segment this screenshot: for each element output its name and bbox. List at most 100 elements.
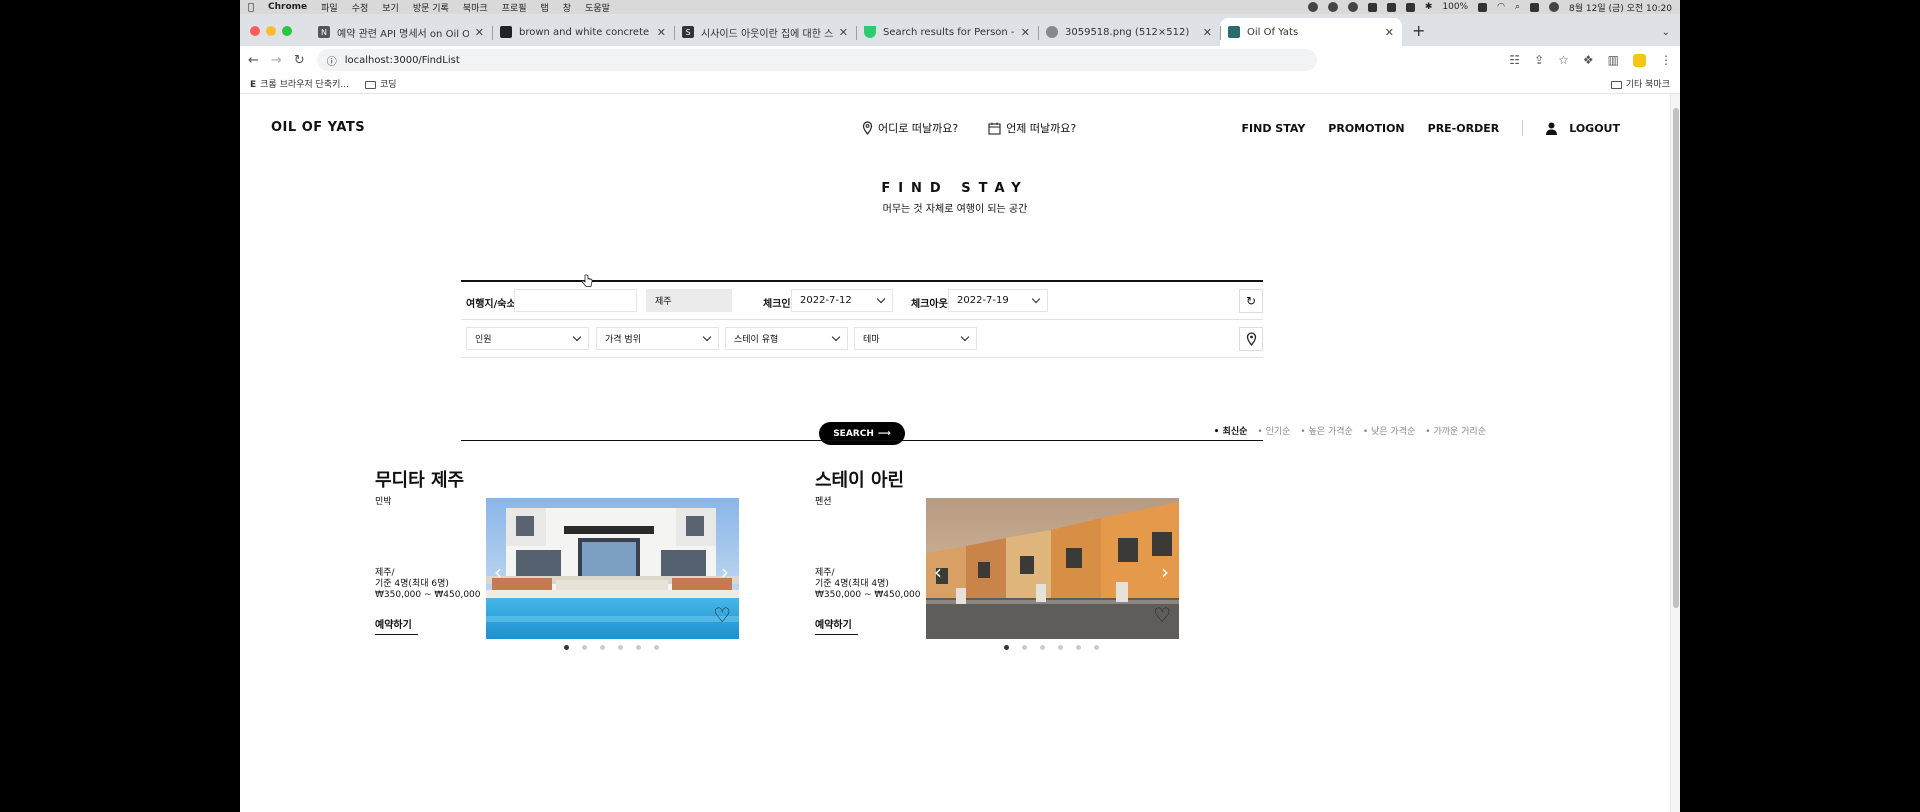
book-button[interactable]: 예약하기 xyxy=(815,616,858,635)
close-tab-icon[interactable]: ✕ xyxy=(1385,26,1394,39)
menu-app-name[interactable]: Chrome xyxy=(268,2,307,12)
where-button[interactable]: 어디로 떠날까요? xyxy=(862,120,958,136)
scrollbar-thumb[interactable] xyxy=(1673,108,1679,608)
sort-popular[interactable]: 인기순 xyxy=(1257,424,1291,437)
when-button[interactable]: 언제 떠날까요? xyxy=(988,120,1076,136)
tab-api-spec[interactable]: N 예약 관련 API 명세서 on Oil Of Yats ✕ xyxy=(310,18,492,46)
share-icon[interactable]: ⇪ xyxy=(1534,53,1544,67)
checkout-select[interactable]: 2022-7-19 xyxy=(948,289,1048,312)
bluetooth-icon[interactable]: ✱ xyxy=(1425,2,1433,12)
nav-pre-order[interactable]: PRE-ORDER xyxy=(1428,122,1500,135)
destination-input[interactable] xyxy=(514,289,637,312)
cloud-icon[interactable] xyxy=(1347,2,1358,12)
reset-button[interactable]: ↻ xyxy=(1239,289,1263,313)
tab-unsplash[interactable]: brown and white concrete hou ✕ xyxy=(492,18,674,46)
carousel-dot[interactable] xyxy=(600,645,605,650)
control-center-icon[interactable] xyxy=(1530,2,1540,12)
reload-icon[interactable]: ↻ xyxy=(294,53,305,68)
carousel-dot[interactable] xyxy=(1022,645,1027,650)
battery-icon[interactable] xyxy=(1478,2,1488,12)
sort-price-low[interactable]: 낮은 가격순 xyxy=(1363,424,1415,437)
carousel-dot[interactable] xyxy=(1058,645,1063,650)
carousel-dot[interactable] xyxy=(1076,645,1081,650)
site-logo[interactable]: OIL OF YATS xyxy=(271,120,365,135)
tab-flaticon[interactable]: Search results for Person - Fla ✕ xyxy=(856,18,1038,46)
map-button[interactable] xyxy=(1239,327,1263,351)
tab-oil-of-yats[interactable]: Oil Of Yats ✕ xyxy=(1220,18,1402,46)
bookmark-star-icon[interactable]: ☆ xyxy=(1558,53,1569,67)
tab-png[interactable]: 3059518.png (512×512) ✕ xyxy=(1038,18,1220,46)
translate-icon[interactable]: ☷ xyxy=(1509,53,1520,67)
heart-icon[interactable]: ♡ xyxy=(1153,603,1171,627)
chat-icon[interactable] xyxy=(1327,2,1338,12)
logout-button[interactable]: LOGOUT xyxy=(1546,122,1620,135)
display-icon[interactable] xyxy=(1405,2,1415,12)
clock[interactable]: 8월 12일 (금) 오전 10:20 xyxy=(1569,1,1672,14)
menu-history[interactable]: 방문 기록 xyxy=(413,1,449,14)
carousel-next-icon[interactable]: › xyxy=(1161,560,1169,584)
tab-search-chevron-icon[interactable]: ⌄ xyxy=(1662,27,1670,38)
carousel-dot[interactable] xyxy=(618,645,623,650)
heart-icon[interactable]: ♡ xyxy=(713,603,731,627)
carousel-dot[interactable] xyxy=(1040,645,1045,650)
forward-icon[interactable]: → xyxy=(271,53,282,68)
extensions-icon[interactable]: ❖ xyxy=(1583,53,1594,67)
screen-icon[interactable] xyxy=(1367,2,1377,12)
profile-icon[interactable] xyxy=(1633,53,1646,67)
address-url[interactable]: localhost:3000/FindList xyxy=(345,55,460,66)
bookmark-other[interactable]: 기타 북마크 xyxy=(1610,77,1670,90)
close-tab-icon[interactable]: ✕ xyxy=(1021,26,1030,39)
menu-view[interactable]: 보기 xyxy=(382,1,399,14)
menu-profile[interactable]: 프로필 xyxy=(502,1,527,14)
carousel-dot[interactable] xyxy=(654,645,659,650)
address-bar[interactable]: ⓘ localhost:3000/FindList xyxy=(316,49,1317,71)
menu-edit[interactable]: 수정 xyxy=(352,1,369,14)
nav-promotion[interactable]: PROMOTION xyxy=(1328,122,1404,135)
record-icon[interactable] xyxy=(1307,2,1318,12)
stay-name[interactable]: 무디타 제주 xyxy=(375,466,464,492)
region-field[interactable]: 제주 xyxy=(646,289,732,312)
page-scrollbar[interactable] xyxy=(1670,94,1680,812)
close-tab-icon[interactable]: ✕ xyxy=(1203,26,1212,39)
checkin-select[interactable]: 2022-7-12 xyxy=(791,289,893,312)
menu-file[interactable]: 파일 xyxy=(321,1,338,14)
more-menu-icon[interactable]: ⋮ xyxy=(1660,53,1672,67)
sort-latest[interactable]: 최신순 xyxy=(1214,424,1248,437)
minimize-window-icon[interactable] xyxy=(266,26,276,36)
menu-tab[interactable]: 탭 xyxy=(541,1,549,14)
apple-icon[interactable]:  xyxy=(248,2,254,13)
close-tab-icon[interactable]: ✕ xyxy=(839,26,848,39)
staytype-select[interactable]: 스테이 유형 xyxy=(725,327,848,350)
input-source-icon[interactable] xyxy=(1386,2,1396,12)
theme-select[interactable]: 테마 xyxy=(854,327,977,350)
close-window-icon[interactable] xyxy=(250,26,260,36)
carousel-prev-icon[interactable]: ‹ xyxy=(494,560,502,584)
search-button[interactable]: SEARCH ⟶ xyxy=(819,422,905,445)
price-select[interactable]: 가격 범위 xyxy=(596,327,719,350)
close-tab-icon[interactable]: ✕ xyxy=(657,26,666,39)
stay-name[interactable]: 스테이 아린 xyxy=(815,466,904,492)
wifi-icon[interactable]: ◠ xyxy=(1497,2,1505,12)
spotlight-icon[interactable]: ⌕ xyxy=(1515,2,1520,12)
tab-stock[interactable]: S 시사이드 아웃이란 집에 대한 스톡 사 ✕ xyxy=(674,18,856,46)
people-select[interactable]: 인원 xyxy=(466,327,589,350)
nav-find-stay[interactable]: FIND STAY xyxy=(1242,122,1306,135)
stay-photo-carousel[interactable]: ‹ › ♡ xyxy=(926,498,1179,639)
carousel-next-icon[interactable]: › xyxy=(721,560,729,584)
siri-icon[interactable] xyxy=(1549,2,1560,12)
stay-photo-carousel[interactable]: ‹ › ♡ xyxy=(486,498,739,639)
zoom-window-icon[interactable] xyxy=(282,26,292,36)
sort-nearest[interactable]: 가까운 거리순 xyxy=(1425,424,1486,437)
menu-window[interactable]: 창 xyxy=(563,1,571,14)
new-tab-icon[interactable]: + xyxy=(1402,21,1435,46)
sort-price-high[interactable]: 높은 가격순 xyxy=(1300,424,1353,437)
menu-bookmarks[interactable]: 북마크 xyxy=(463,1,488,14)
book-button[interactable]: 예약하기 xyxy=(375,616,418,635)
sidepanel-icon[interactable]: ▥ xyxy=(1608,53,1619,67)
carousel-dot[interactable] xyxy=(1094,645,1099,650)
carousel-dot[interactable] xyxy=(564,645,569,650)
menu-help[interactable]: 도움말 xyxy=(585,1,610,14)
info-icon[interactable]: ⓘ xyxy=(327,53,337,68)
carousel-dot[interactable] xyxy=(636,645,641,650)
carousel-prev-icon[interactable]: ‹ xyxy=(934,560,942,584)
